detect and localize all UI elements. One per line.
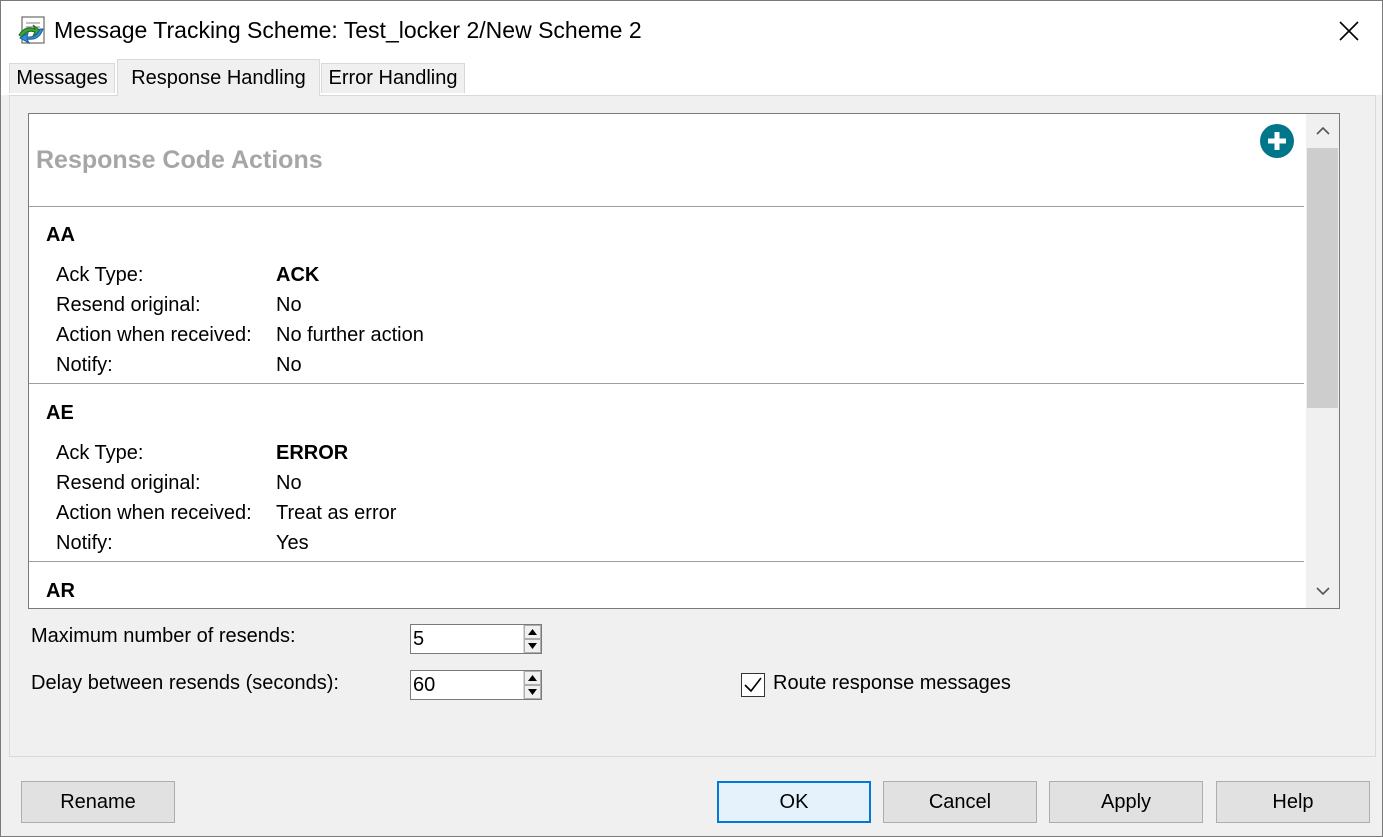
help-button[interactable]: Help (1216, 781, 1370, 823)
add-response-code-button[interactable] (1260, 124, 1294, 158)
action-label: Action when received: (56, 502, 252, 524)
response-code: AA (46, 224, 75, 246)
tab-error-handling[interactable]: Error Handling (321, 63, 465, 93)
response-code-entry-ar[interactable]: AR (29, 562, 1304, 608)
max-resends-stepper[interactable] (410, 624, 542, 654)
cancel-button[interactable]: Cancel (883, 781, 1037, 823)
max-resends-label: Maximum number of resends: (31, 625, 296, 647)
route-response-label[interactable]: Route response messages (773, 672, 1011, 695)
vertical-scrollbar[interactable] (1306, 114, 1339, 608)
close-icon (1339, 21, 1359, 41)
checkmark-icon (744, 677, 762, 693)
max-resends-increment[interactable] (524, 625, 541, 639)
max-resends-spin-buttons (523, 625, 541, 653)
triangle-up-icon (528, 629, 537, 635)
chevron-up-icon (1315, 126, 1330, 135)
rename-button[interactable]: Rename (21, 781, 175, 823)
triangle-down-icon (528, 689, 537, 695)
tab-messages[interactable]: Messages (9, 63, 115, 93)
chevron-down-icon (1315, 587, 1330, 596)
ack-type-label: Ack Type: (56, 264, 144, 286)
message-tracking-icon (16, 15, 48, 47)
notify-value: No (276, 354, 302, 376)
ack-type-value: ERROR (276, 442, 349, 464)
delay-input[interactable] (411, 671, 525, 699)
response-code: AE (46, 402, 74, 424)
close-button[interactable] (1327, 11, 1371, 51)
action-value: Treat as error (276, 502, 397, 524)
ok-button[interactable]: OK (717, 781, 871, 823)
add-circle-icon (1260, 124, 1294, 158)
response-code-entry-ae[interactable]: AE Ack Type: ERROR Resend original: No A… (29, 384, 1304, 562)
delay-stepper[interactable] (410, 670, 542, 700)
scrollbar-thumb[interactable] (1307, 148, 1338, 408)
triangle-up-icon (528, 675, 537, 681)
route-response-checkbox[interactable] (741, 673, 765, 697)
response-code-entry-aa[interactable]: AA Ack Type: ACK Resend original: No Act… (29, 206, 1304, 384)
resend-value: No (276, 294, 302, 316)
scroll-down-button[interactable] (1306, 574, 1339, 608)
list-title: Response Code Actions (36, 146, 323, 174)
resend-label: Resend original: (56, 294, 201, 316)
delay-spin-buttons (523, 671, 541, 699)
dialog-window: Message Tracking Scheme: Test_locker 2/N… (0, 0, 1383, 837)
scroll-up-button[interactable] (1306, 114, 1339, 148)
ack-type-value: ACK (276, 264, 320, 286)
delay-increment[interactable] (524, 671, 541, 685)
resend-label: Resend original: (56, 472, 201, 494)
delay-label: Delay between resends (seconds): (31, 672, 339, 694)
action-label: Action when received: (56, 324, 252, 346)
list-header: Response Code Actions (29, 114, 1304, 207)
tab-response-handling[interactable]: Response Handling (117, 59, 320, 96)
response-code: AR (46, 580, 75, 602)
triangle-down-icon (528, 643, 537, 649)
ack-type-label: Ack Type: (56, 442, 144, 464)
apply-button[interactable]: Apply (1049, 781, 1203, 823)
resend-value: No (276, 472, 302, 494)
title-bar: Message Tracking Scheme: Test_locker 2/N… (1, 1, 1382, 61)
notify-label: Notify: (56, 354, 113, 376)
notify-value: Yes (276, 532, 309, 554)
window-title: Message Tracking Scheme: Test_locker 2/N… (54, 17, 642, 43)
max-resends-decrement[interactable] (524, 639, 541, 653)
notify-label: Notify: (56, 532, 113, 554)
response-code-list: Response Code Actions AA Ack Type: ACK R… (28, 113, 1340, 609)
max-resends-input[interactable] (411, 625, 525, 653)
delay-decrement[interactable] (524, 685, 541, 699)
action-value: No further action (276, 324, 424, 346)
